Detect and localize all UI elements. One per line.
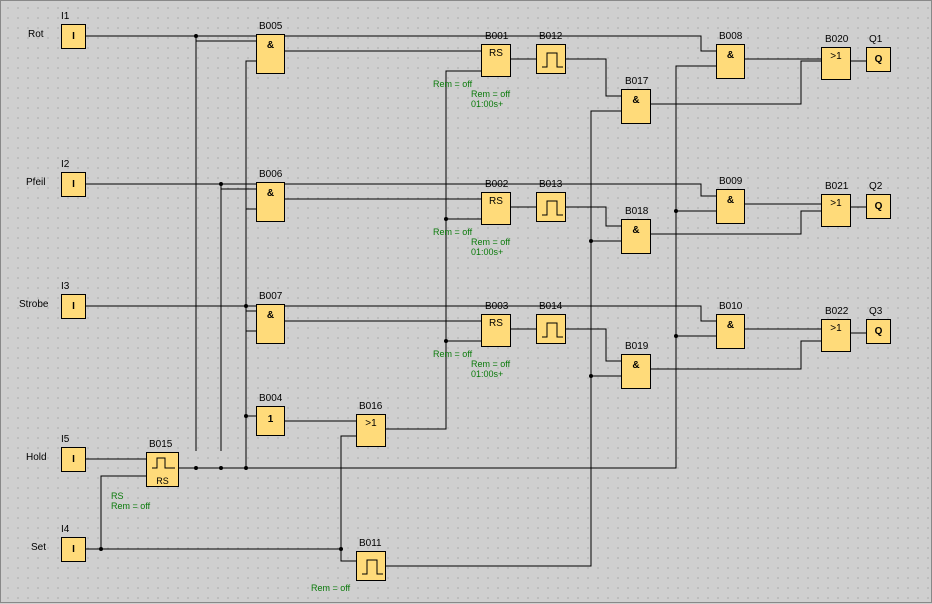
block-B019[interactable]: & xyxy=(621,354,651,389)
block-B011-rem: Rem = off xyxy=(311,583,350,593)
pulse-icon xyxy=(537,45,567,75)
b002-rem1: Rem = off xyxy=(433,227,472,237)
block-B005[interactable]: & xyxy=(256,34,285,74)
pulse-icon xyxy=(537,315,567,345)
input-I4-id: I4 xyxy=(61,524,69,535)
block-B017[interactable]: & xyxy=(621,89,651,124)
block-B004-id: B004 xyxy=(259,393,282,404)
block-B009-id: B009 xyxy=(719,176,742,187)
block-B004[interactable]: 1 xyxy=(256,406,285,436)
block-B018-id: B018 xyxy=(625,206,648,217)
block-B014-id: B014 xyxy=(539,301,562,312)
pulse-icon xyxy=(147,453,180,473)
block-B019-id: B019 xyxy=(625,341,648,352)
block-B002[interactable]: RS xyxy=(481,192,511,225)
block-B006-id: B006 xyxy=(259,169,282,180)
block-B015[interactable]: RS xyxy=(146,452,179,487)
b001-rem1: Rem = off xyxy=(433,79,472,89)
block-B022[interactable]: >1 xyxy=(821,319,851,352)
block-B007[interactable]: & xyxy=(256,304,285,344)
block-B015-id: B015 xyxy=(149,439,172,450)
block-B015-sym: RS xyxy=(147,476,178,486)
input-I3-name: Strobe xyxy=(19,299,48,310)
block-B008-id: B008 xyxy=(719,31,742,42)
block-B007-id: B007 xyxy=(259,291,282,302)
block-B009[interactable]: & xyxy=(716,189,745,224)
wires xyxy=(1,1,932,604)
input-I1-id: I1 xyxy=(61,11,69,22)
output-block-Q2[interactable]: Q xyxy=(866,194,891,219)
input-block-I5[interactable]: I xyxy=(61,447,86,472)
output-Q3-id: Q3 xyxy=(869,306,882,317)
input-block-I1[interactable]: I xyxy=(61,24,86,49)
input-I5-id: I5 xyxy=(61,434,69,445)
block-B015-note: RS xyxy=(111,491,124,501)
b001-rem2: Rem = off 01:00s+ xyxy=(471,89,510,109)
b003-rem1: Rem = off xyxy=(433,349,472,359)
block-B022-id: B022 xyxy=(825,306,848,317)
pulse-icon xyxy=(357,552,387,582)
block-B021[interactable]: >1 xyxy=(821,194,851,227)
diagram-canvas[interactable]: I1 Rot I I2 Pfeil I I3 Strobe I I5 Hold … xyxy=(0,0,932,603)
output-block-Q3[interactable]: Q xyxy=(866,319,891,344)
block-B018[interactable]: & xyxy=(621,219,651,254)
output-Q2-id: Q2 xyxy=(869,181,882,192)
b003-rem2: Rem = off 01:00s+ xyxy=(471,359,510,379)
input-I2-name: Pfeil xyxy=(26,177,45,188)
block-B003-id: B003 xyxy=(485,301,508,312)
pulse-icon xyxy=(537,193,567,223)
block-B002-id: B002 xyxy=(485,179,508,190)
block-B006[interactable]: & xyxy=(256,182,285,222)
block-B008[interactable]: & xyxy=(716,44,745,79)
block-B003[interactable]: RS xyxy=(481,314,511,347)
block-B021-id: B021 xyxy=(825,181,848,192)
block-B015-rem: Rem = off xyxy=(111,501,150,511)
block-B011[interactable] xyxy=(356,551,386,581)
input-I2-id: I2 xyxy=(61,159,69,170)
block-B011-id: B011 xyxy=(359,538,382,549)
block-B010-id: B010 xyxy=(719,301,742,312)
input-I4-name: Set xyxy=(31,542,46,553)
block-B001[interactable]: RS xyxy=(481,44,511,77)
block-B013[interactable] xyxy=(536,192,566,222)
block-B012-id: B012 xyxy=(539,31,562,42)
block-B013-id: B013 xyxy=(539,179,562,190)
output-Q1-id: Q1 xyxy=(869,34,882,45)
block-B020-id: B020 xyxy=(825,34,848,45)
input-I1-name: Rot xyxy=(28,29,44,40)
input-block-I3[interactable]: I xyxy=(61,294,86,319)
input-I3-id: I3 xyxy=(61,281,69,292)
output-block-Q1[interactable]: Q xyxy=(866,47,891,72)
block-B001-id: B001 xyxy=(485,31,508,42)
block-B020[interactable]: >1 xyxy=(821,47,851,80)
input-I5-name: Hold xyxy=(26,452,47,463)
block-B016-id: B016 xyxy=(359,401,382,412)
input-block-I4[interactable]: I xyxy=(61,537,86,562)
input-block-I2[interactable]: I xyxy=(61,172,86,197)
block-B010[interactable]: & xyxy=(716,314,745,349)
b002-rem2: Rem = off 01:00s+ xyxy=(471,237,510,257)
block-B005-id: B005 xyxy=(259,21,282,32)
block-B014[interactable] xyxy=(536,314,566,344)
block-B012[interactable] xyxy=(536,44,566,74)
block-B016[interactable]: >1 xyxy=(356,414,386,447)
block-B017-id: B017 xyxy=(625,76,648,87)
